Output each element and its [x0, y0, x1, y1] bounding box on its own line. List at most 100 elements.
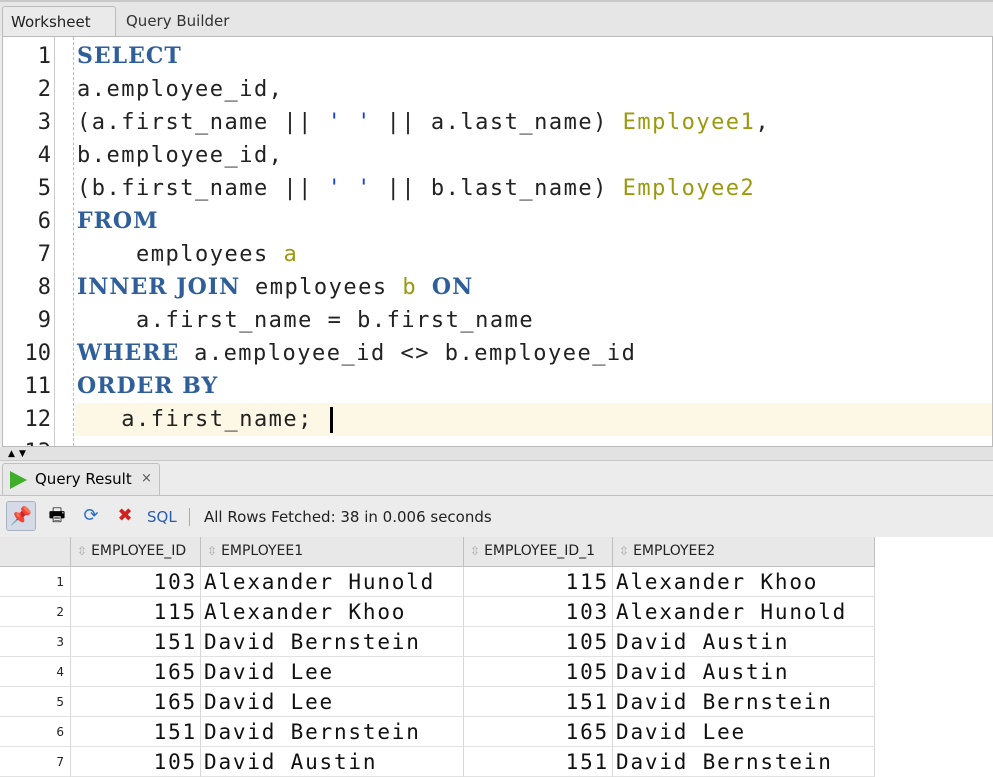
column-header[interactable]: ⇳ EMPLOYEE_ID	[71, 537, 201, 567]
code-text[interactable]: employees a	[75, 238, 992, 271]
tab-query-result[interactable]: Query Result ×	[2, 463, 160, 495]
table-cell[interactable]: David Lee	[613, 717, 875, 747]
table-row[interactable]: 7 105 David Austin 151 David Bernstein	[0, 747, 875, 777]
table-cell[interactable]: David Lee	[201, 657, 464, 687]
result-grid: ⇳ EMPLOYEE_ID ⇳ EMPLOYEE1 ⇳ EMPLOYEE_ID_1 ⇳ EMP…	[0, 537, 993, 777]
code-line[interactable]: 9 a.first_name = b.first_name	[3, 304, 992, 337]
code-line[interactable]: 5 (b.first_name || ' ' || b.last_name) Em…	[3, 172, 992, 205]
line-number: 5	[37, 176, 51, 201]
table-cell[interactable]: 151	[464, 747, 613, 777]
column-header[interactable]: ⇳ EMPLOYEE2	[613, 537, 875, 567]
code-text[interactable]: WHERE a.employee_id <> b.employee_id	[75, 337, 992, 370]
sort-icon[interactable]: ⇳	[77, 544, 87, 558]
tab-query-builder[interactable]: Query Builder	[118, 6, 237, 38]
code-line[interactable]: 4 b.employee_id,	[3, 139, 992, 172]
line-number: 10	[24, 341, 52, 366]
code-token: || b.last_name)	[371, 176, 623, 201]
table-cell[interactable]: David Bernstein	[201, 627, 464, 657]
code-line[interactable]: 2 a.employee_id,	[3, 73, 992, 106]
code-text[interactable]: (a.first_name || ' ' || a.last_name) Emp…	[75, 106, 992, 139]
result-toolbar: 📌 🖶 ⟳ ✖ SQL All Rows Fetched: 38 in 0.00…	[0, 495, 993, 537]
code-token: (a.first_name ||	[77, 110, 328, 135]
code-line[interactable]: 11 ORDER BY	[3, 370, 992, 403]
table-cell[interactable]: 115	[464, 567, 613, 597]
table-cell[interactable]: 105	[71, 747, 201, 777]
code-line[interactable]: 13	[3, 436, 992, 446]
table-cell[interactable]: 165	[464, 717, 613, 747]
table-cell[interactable]: Alexander Khoo	[613, 567, 875, 597]
table-cell[interactable]: 165	[71, 657, 201, 687]
table-row[interactable]: 6 151 David Bernstein 165 David Lee	[0, 717, 875, 747]
table-cell[interactable]: David Bernstein	[613, 687, 875, 717]
sort-icon[interactable]: ⇳	[619, 544, 629, 558]
pin-icon[interactable]: 📌	[6, 501, 36, 531]
table-cell[interactable]: David Austin	[201, 747, 464, 777]
column-header[interactable]: ⇳ EMPLOYEE_ID_1	[464, 537, 613, 567]
code-text[interactable]: a.employee_id,	[75, 73, 992, 106]
table-row[interactable]: 1 103 Alexander Hunold 115 Alexander Khoo	[0, 567, 875, 597]
sql-editor[interactable]: 1 SELECT 2 a.employee_id, 3 (a.first_name || …	[2, 36, 993, 447]
table-row[interactable]: 3 151 David Bernstein 105 David Austin	[0, 627, 875, 657]
table-cell[interactable]: Alexander Hunold	[613, 597, 875, 627]
clear-icon[interactable]: ✖	[110, 501, 140, 531]
table-cell[interactable]: 103	[464, 597, 613, 627]
table-cell[interactable]: David Bernstein	[613, 747, 875, 777]
table-cell[interactable]: 103	[71, 567, 201, 597]
code-text[interactable]: INNER JOIN employees b ON	[75, 271, 992, 304]
tab-worksheet[interactable]: Worksheet	[2, 6, 116, 38]
table-cell[interactable]: Alexander Hunold	[201, 567, 464, 597]
sort-icon[interactable]: ⇳	[470, 544, 480, 558]
code-line[interactable]: 7 employees a	[3, 238, 992, 271]
string-literal: ' '	[327, 176, 372, 201]
table-cell[interactable]: David Lee	[201, 687, 464, 717]
sql-button[interactable]: SQL	[147, 508, 177, 526]
code-text[interactable]: SELECT	[75, 40, 992, 73]
sql-keyword: FROM	[77, 208, 159, 234]
row-number-header	[0, 537, 71, 567]
table-row[interactable]: 2 115 Alexander Khoo 103 Alexander Hunold	[0, 597, 875, 627]
table-row[interactable]: 5 165 David Lee 151 David Bernstein	[0, 687, 875, 717]
code-text[interactable]: FROM	[75, 205, 992, 238]
expand-down-icon[interactable]: ▼	[19, 449, 26, 459]
row-number: 4	[0, 657, 71, 687]
table-cell[interactable]: David Austin	[613, 657, 875, 687]
table-row[interactable]: 4 165 David Lee 105 David Austin	[0, 657, 875, 687]
line-number: 4	[37, 143, 51, 168]
code-text[interactable]: ORDER BY	[75, 370, 992, 403]
code-line[interactable]: 10 WHERE a.employee_id <> b.employee_id	[3, 337, 992, 370]
code-text[interactable]: (b.first_name || ' ' || b.last_name) Emp…	[75, 172, 992, 205]
print-icon[interactable]: 🖶	[42, 501, 72, 531]
line-number: 6	[37, 209, 51, 234]
code-line[interactable]: 1 SELECT	[3, 40, 992, 73]
code-line[interactable]: 6 FROM	[3, 205, 992, 238]
table-cell[interactable]: 151	[71, 627, 201, 657]
table-cell[interactable]: 151	[71, 717, 201, 747]
table-cell[interactable]: 105	[464, 627, 613, 657]
table-cell[interactable]: 115	[71, 597, 201, 627]
table-cell[interactable]: 165	[71, 687, 201, 717]
row-number: 6	[0, 717, 71, 747]
column-header-label: EMPLOYEE_ID	[91, 543, 187, 559]
code-text[interactable]: a.first_name = b.first_name	[75, 304, 992, 337]
code-line[interactable]: 3 (a.first_name || ' ' || a.last_name) Em…	[3, 106, 992, 139]
column-header[interactable]: ⇳ EMPLOYEE1	[201, 537, 464, 567]
close-icon[interactable]: ×	[141, 464, 152, 494]
table-cell[interactable]: David Bernstein	[201, 717, 464, 747]
row-number: 3	[0, 627, 71, 657]
sort-icon[interactable]: ⇳	[207, 544, 217, 558]
code-line[interactable]: 12 a.first_name;	[3, 403, 992, 436]
code-line[interactable]: 8 INNER JOIN employees b ON	[3, 271, 992, 304]
table-cell[interactable]: 151	[464, 687, 613, 717]
code-text[interactable]: a.first_name;	[75, 403, 992, 436]
refresh-icon[interactable]: ⟳	[76, 501, 106, 531]
table-cell[interactable]: Alexander Khoo	[201, 597, 464, 627]
editor-tabs: Worksheet Query Builder	[0, 0, 993, 38]
line-number: 12	[24, 407, 52, 432]
table-cell[interactable]: 105	[464, 657, 613, 687]
expand-up-icon[interactable]: ▲	[8, 449, 15, 459]
table-cell[interactable]: David Austin	[613, 627, 875, 657]
code-text[interactable]: b.employee_id,	[75, 139, 992, 172]
line-number: 9	[37, 308, 51, 333]
pane-splitter[interactable]: ▲ ▼	[0, 447, 993, 461]
